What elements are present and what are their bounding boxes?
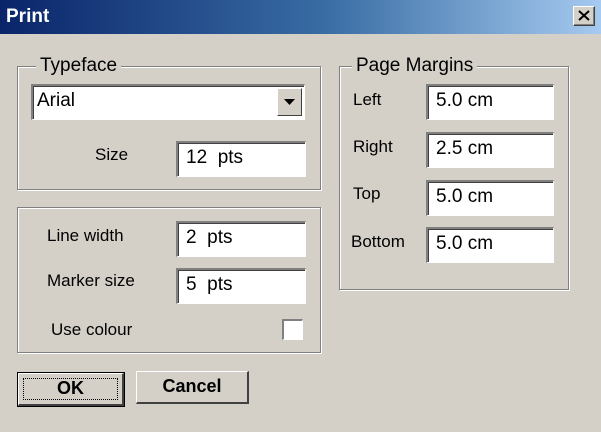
print-dialog: Print Typeface Arial Size 12 pts Line wi… bbox=[0, 0, 601, 432]
top-margin-label: Top bbox=[353, 184, 381, 203]
top-margin-value: 5.0 cm bbox=[436, 186, 494, 207]
chevron-down-icon bbox=[284, 99, 295, 105]
size-label: Size bbox=[95, 145, 129, 164]
title-bar[interactable]: Print bbox=[0, 0, 601, 34]
marker-size-label: Marker size bbox=[47, 271, 135, 290]
ok-button[interactable]: OK bbox=[17, 372, 125, 407]
bottom-margin-value: 5.0 cm bbox=[436, 233, 494, 254]
font-select[interactable]: Arial bbox=[31, 84, 305, 120]
bottom-margin-input[interactable]: 5.0 cm bbox=[426, 227, 554, 263]
use-colour-checkbox[interactable] bbox=[282, 319, 303, 340]
close-button[interactable] bbox=[573, 6, 595, 26]
left-margin-input[interactable]: 5.0 cm bbox=[426, 84, 554, 120]
right-margin-value: 2.5 cm bbox=[436, 138, 494, 159]
left-margin-label: Left bbox=[353, 90, 382, 109]
cancel-button[interactable]: Cancel bbox=[136, 371, 249, 404]
line-width-value: 2 pts bbox=[186, 227, 233, 248]
cancel-button-label: Cancel bbox=[162, 376, 222, 396]
left-margin-value: 5.0 cm bbox=[436, 90, 494, 111]
size-input[interactable]: 12 pts bbox=[176, 141, 306, 177]
page-margins-legend: Page Margins bbox=[352, 55, 478, 77]
font-dropdown-button[interactable] bbox=[277, 88, 302, 116]
size-input-value: 12 pts bbox=[186, 147, 244, 168]
line-width-input[interactable]: 2 pts bbox=[176, 221, 306, 257]
font-select-value: Arial bbox=[37, 90, 76, 111]
typeface-legend: Typeface bbox=[36, 55, 122, 77]
use-colour-label: Use colour bbox=[51, 320, 133, 339]
marker-size-value: 5 pts bbox=[186, 274, 233, 295]
right-margin-input[interactable]: 2.5 cm bbox=[426, 132, 554, 168]
top-margin-input[interactable]: 5.0 cm bbox=[426, 180, 554, 216]
close-icon bbox=[578, 10, 590, 21]
ok-button-label: OK bbox=[57, 378, 84, 398]
marker-size-input[interactable]: 5 pts bbox=[176, 268, 306, 304]
right-margin-label: Right bbox=[353, 137, 393, 156]
bottom-margin-label: Bottom bbox=[351, 232, 405, 251]
line-width-label: Line width bbox=[47, 226, 124, 245]
window-title: Print bbox=[6, 6, 50, 27]
